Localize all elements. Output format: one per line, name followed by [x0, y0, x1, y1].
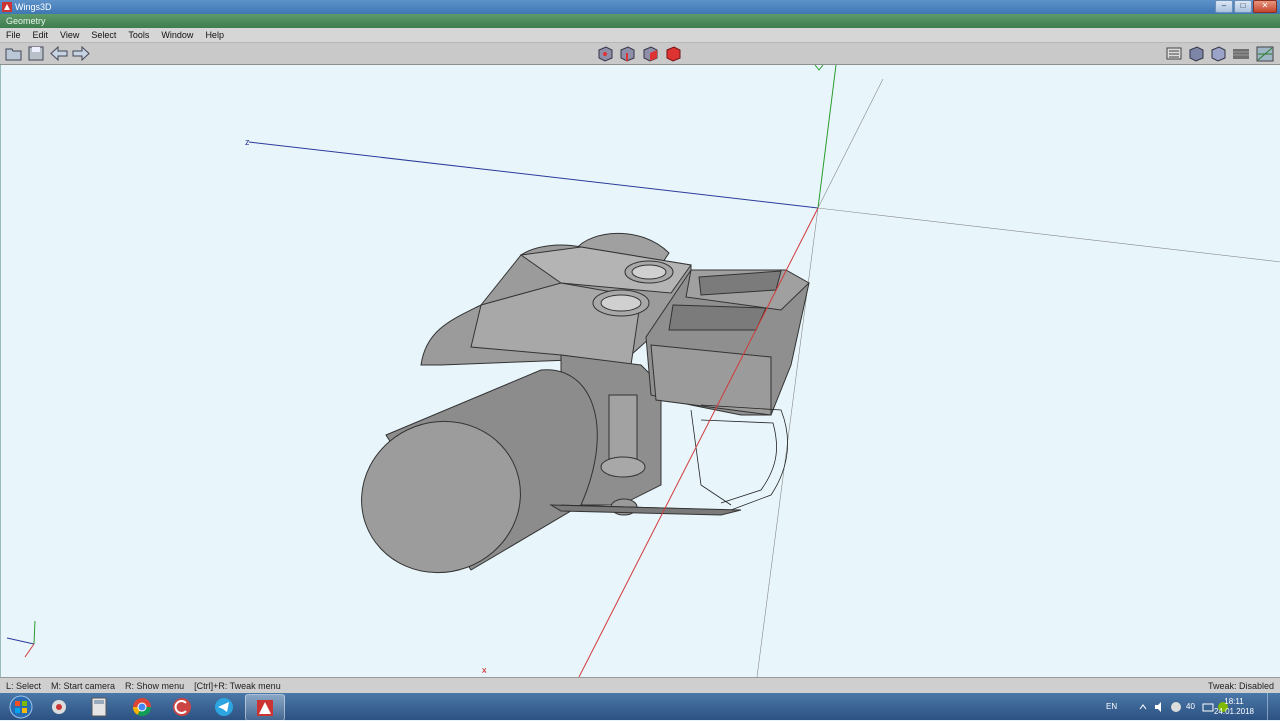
- language-indicator[interactable]: EN: [1106, 702, 1117, 711]
- app-icon-1[interactable]: [40, 694, 78, 719]
- wings3d-app-icon: [2, 2, 12, 12]
- model-bottom-plate: [549, 504, 742, 516]
- menu-bar: File Edit View Select Tools Window Help: [0, 28, 1280, 43]
- taskbar: EN 40 18:11 24.01.2018: [0, 693, 1280, 721]
- wings3d-glyph-icon: [257, 699, 273, 716]
- 3d-model: [361, 232, 810, 574]
- edge-mode-icon[interactable]: [618, 45, 636, 62]
- menu-view[interactable]: View: [54, 28, 85, 42]
- face-mode-icon[interactable]: [641, 45, 659, 62]
- open-icon[interactable]: [5, 45, 23, 62]
- chrome-glyph-icon: [133, 697, 151, 716]
- menu-select[interactable]: Select: [85, 28, 122, 42]
- calculator-glyph-icon: [91, 697, 107, 716]
- menu-window[interactable]: Window: [155, 28, 199, 42]
- window-titlebar: Wings3D – □ ✕: [0, 0, 1280, 14]
- tray-app-icon[interactable]: [1170, 701, 1182, 713]
- telegram-glyph-icon: [215, 697, 233, 716]
- clock[interactable]: 18:11 24.01.2018: [1214, 697, 1254, 717]
- undo-arrow-icon[interactable]: [50, 45, 68, 62]
- tray-expand-icon[interactable]: [1138, 702, 1148, 712]
- x-axis-neg-line: [817, 78, 884, 209]
- volume-icon[interactable]: [1154, 701, 1166, 713]
- tweak-status: Tweak: Disabled: [1207, 681, 1274, 691]
- model-column-base: [600, 456, 646, 478]
- y-axis-arrow: [814, 65, 824, 71]
- model-ring-back-inner: [631, 264, 667, 280]
- perspective-icon[interactable]: [1256, 45, 1274, 62]
- menu-file[interactable]: File: [0, 28, 27, 42]
- toolbar: [0, 43, 1280, 65]
- menu-edit[interactable]: Edit: [27, 28, 55, 42]
- redo-arrow-icon[interactable]: [72, 45, 90, 62]
- ccleaner-icon[interactable]: [163, 694, 201, 719]
- clock-time: 18:11: [1224, 697, 1244, 706]
- menu-help[interactable]: Help: [199, 28, 230, 42]
- vertex-mode-icon[interactable]: [596, 45, 614, 62]
- status-bar: L: Select M: Start camera R: Show menu […: [0, 677, 1280, 694]
- panel-title: Geometry: [6, 16, 46, 26]
- network-icon[interactable]: [1202, 701, 1214, 713]
- chrome-icon[interactable]: [123, 694, 161, 719]
- window-title: Wings3D: [15, 2, 52, 12]
- axis-indicator: [6, 620, 36, 658]
- model-block-front: [650, 344, 772, 416]
- app-1-icon: [52, 699, 66, 714]
- z-axis-neg-line: [817, 207, 1280, 263]
- start-button[interactable]: [2, 694, 40, 719]
- 3d-viewport[interactable]: z x ×: [0, 65, 1280, 677]
- workmode-icon[interactable]: [1165, 45, 1183, 62]
- windows-logo-icon: [9, 695, 33, 718]
- status-hint-tweak-menu: [Ctrl]+R: Tweak menu: [194, 681, 281, 691]
- status-hint-camera: M: Start camera: [51, 681, 116, 691]
- model-pad-2: [668, 304, 767, 331]
- menu-tools[interactable]: Tools: [122, 28, 155, 42]
- flat-shading-icon[interactable]: [1209, 45, 1227, 62]
- system-tray: EN 40 18:11 24.01.2018: [1076, 693, 1276, 720]
- ccleaner-glyph-icon: [173, 697, 191, 716]
- wings3d-icon[interactable]: [245, 694, 285, 721]
- viewport-canvas: z x ×: [6, 65, 1280, 677]
- smooth-shading-icon[interactable]: [1187, 45, 1205, 62]
- clock-date: 24.01.2018: [1213, 707, 1254, 716]
- status-hint-select: L: Select: [6, 681, 42, 691]
- x-axis-end-marker: ×: [482, 666, 487, 675]
- z-axis-label: z: [245, 137, 250, 147]
- z-axis-line: [248, 141, 819, 209]
- close-button[interactable]: ✕: [1253, 0, 1277, 13]
- y-axis-line: [817, 65, 837, 209]
- status-hint-menu: R: Show menu: [125, 681, 185, 691]
- geometry-panel-title: Geometry: [0, 14, 1280, 28]
- tray-volume-level: 40: [1186, 702, 1195, 711]
- show-desktop-button[interactable]: [1267, 693, 1276, 720]
- minimize-button[interactable]: –: [1215, 0, 1233, 13]
- save-icon[interactable]: [27, 45, 45, 62]
- model-ring-front-inner: [600, 294, 642, 312]
- wireframe-icon[interactable]: [1232, 45, 1250, 62]
- maximize-button[interactable]: □: [1234, 0, 1252, 13]
- calculator-icon[interactable]: [80, 694, 118, 719]
- telegram-icon[interactable]: [205, 694, 243, 719]
- body-mode-icon[interactable]: [664, 45, 682, 62]
